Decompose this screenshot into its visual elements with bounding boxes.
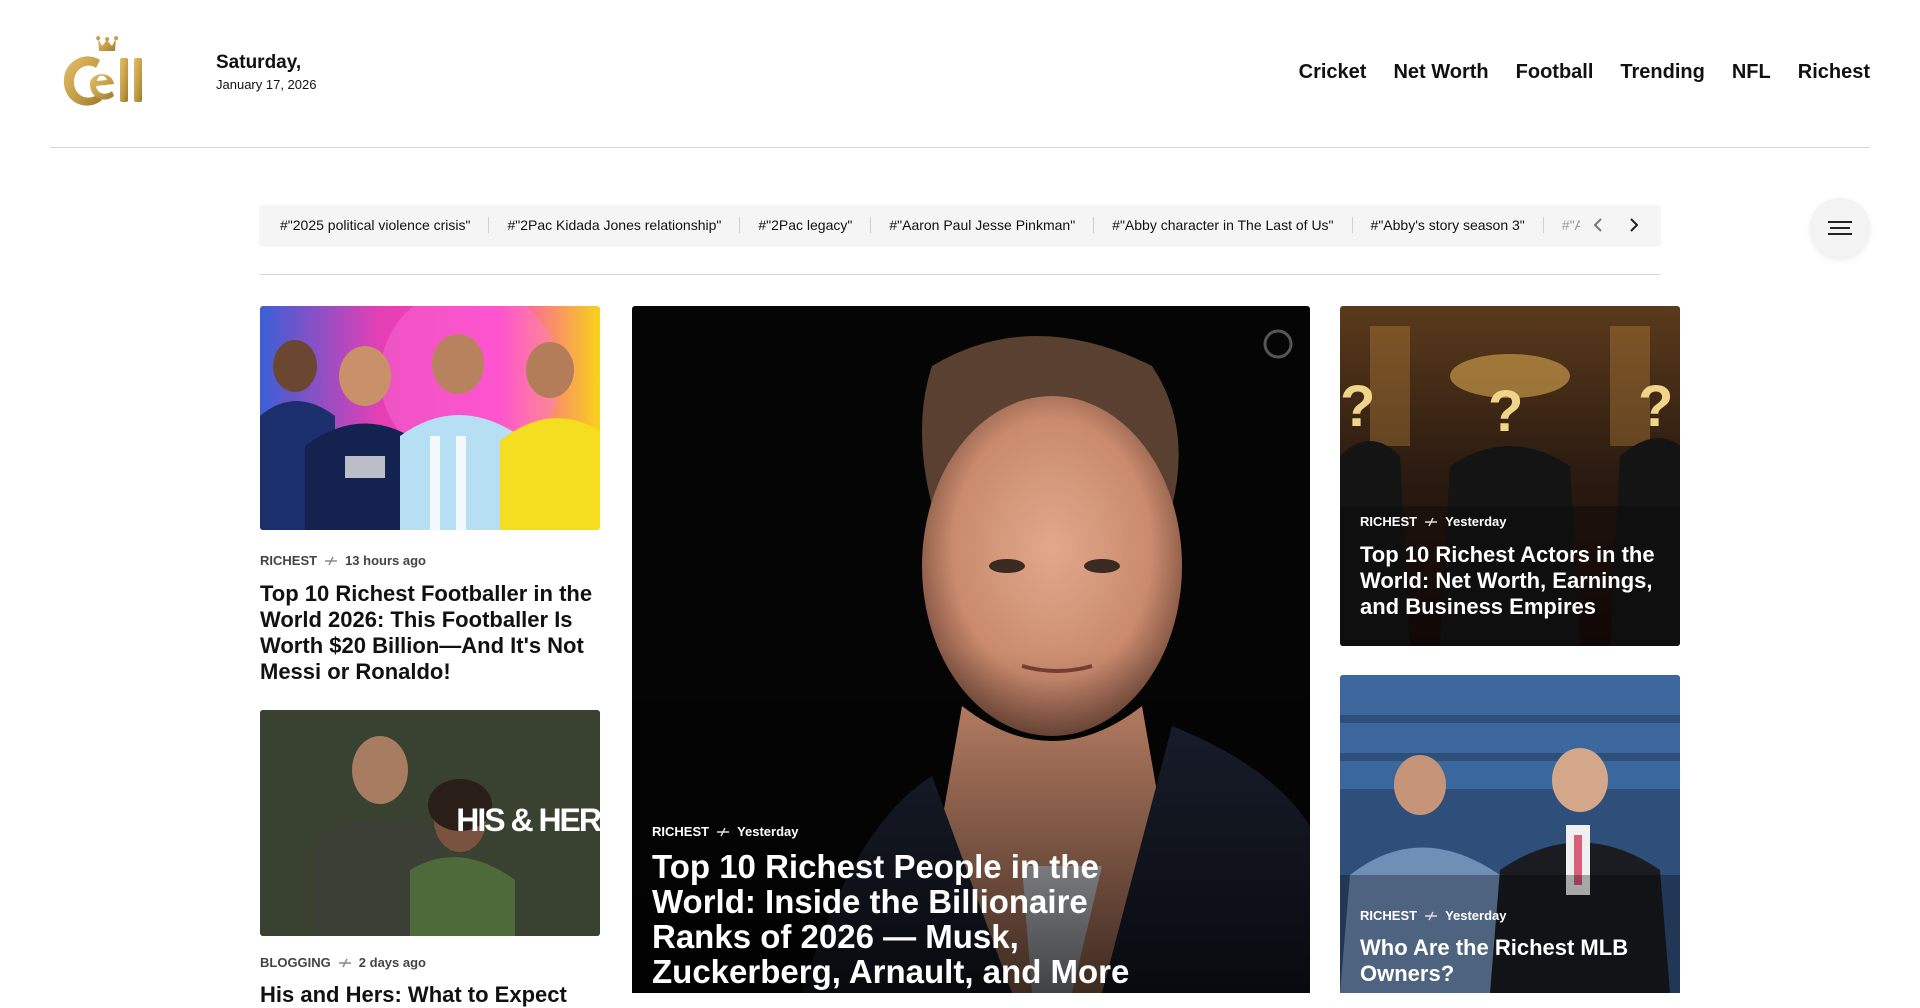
article-thumbnail-his-and-hers[interactable]: HIS & HER [260,710,600,936]
article-title[interactable]: His and Hers: What to Expect [260,982,600,1008]
article-title[interactable]: Top 10 Richest Footballer in the World 2… [260,581,600,685]
article-meta: RICHEST Yesterday [1360,514,1507,529]
nav-item-net-worth[interactable]: Net Worth [1393,61,1488,84]
tag-item[interactable]: #"2Pac legacy" [739,217,870,233]
nav-item-trending[interactable]: Trending [1620,61,1704,84]
post-time: 13 hours ago [345,553,426,568]
hero-title[interactable]: Top 10 Richest People in the World: Insi… [652,849,1172,989]
hero-meta: RICHEST Yesterday [652,824,799,839]
article-title[interactable]: Who Are the Richest MLB Owners? [1360,935,1660,987]
tag-list: #"2025 political violence crisis" #"2Pac… [260,205,1580,245]
header-divider [50,147,1870,148]
nav-item-cricket[interactable]: Cricket [1299,61,1367,84]
category-label[interactable]: RICHEST [260,553,317,568]
video-indicator-icon[interactable] [1262,328,1294,360]
tag-item[interactable]: #"Abby's story season 3" [1351,217,1543,233]
hamburger-menu-button[interactable] [1810,198,1870,258]
date-full: January 17, 2026 [216,77,317,92]
post-time: Yesterday [1445,514,1507,529]
footballers-image [260,306,600,530]
svg-text:?: ? [1340,374,1375,439]
tag-item[interactable]: #"Aaron Paul Jesse Pinkman" [870,217,1093,233]
chevron-left-icon[interactable] [1588,215,1608,235]
main-nav: Cricket Net Worth Football Trending NFL … [1299,61,1870,84]
header-date: Saturday, January 17, 2026 [216,52,316,92]
post-time: Yesterday [1445,908,1507,923]
logo-mark-icon [63,36,142,106]
article-thumbnail-footballers[interactable] [260,306,600,530]
article-meta: RICHEST 13 hours ago [260,553,426,568]
article-card-actors[interactable]: ? ? ? RICHEST Yesterday Top 10 Richest A… [1340,306,1680,646]
tag-item[interactable]: #"2025 political violence crisis" [280,217,488,233]
separator-icon [717,827,730,836]
article-title[interactable]: Top 10 Richest Actors in the World: Net … [1360,542,1660,620]
site-logo[interactable] [60,36,152,110]
date-day: Saturday, [216,52,302,73]
svg-text:?: ? [1638,374,1673,439]
nav-item-richest[interactable]: Richest [1798,61,1870,84]
separator-icon [338,958,351,967]
tag-item[interactable]: #"Abby character in The Last of Us" [1093,217,1351,233]
tag-strip: #"2025 political violence crisis" #"2Pac… [260,205,1660,245]
hero-article-card[interactable]: RICHEST Yesterday Top 10 Richest People … [632,306,1310,993]
post-time: Yesterday [737,824,799,839]
tag-scroll-controls [1580,205,1660,245]
tag-item[interactable]: #"A [1542,217,1580,233]
post-time: 2 days ago [358,955,426,970]
hamburger-menu-icon [1828,221,1852,235]
article-card-mlb-owners[interactable]: RICHEST Yesterday Who Are the Richest ML… [1340,675,1680,993]
tag-strip-divider [260,274,1660,275]
chevron-right-icon[interactable] [1624,215,1644,235]
image-caption: HIS & HER [456,802,600,838]
nav-item-nfl[interactable]: NFL [1732,61,1771,84]
separator-icon [1425,517,1438,526]
category-label[interactable]: BLOGGING [260,955,331,970]
article-meta: BLOGGING 2 days ago [260,955,426,970]
separator-icon [325,556,338,565]
svg-text:?: ? [1488,379,1523,444]
nav-item-football[interactable]: Football [1516,61,1594,84]
category-label[interactable]: RICHEST [1360,514,1417,529]
tag-item[interactable]: #"2Pac Kidada Jones relationship" [488,217,739,233]
category-label[interactable]: RICHEST [1360,908,1417,923]
article-meta: RICHEST Yesterday [1360,908,1507,923]
category-label[interactable]: RICHEST [652,824,709,839]
separator-icon [1425,911,1438,920]
